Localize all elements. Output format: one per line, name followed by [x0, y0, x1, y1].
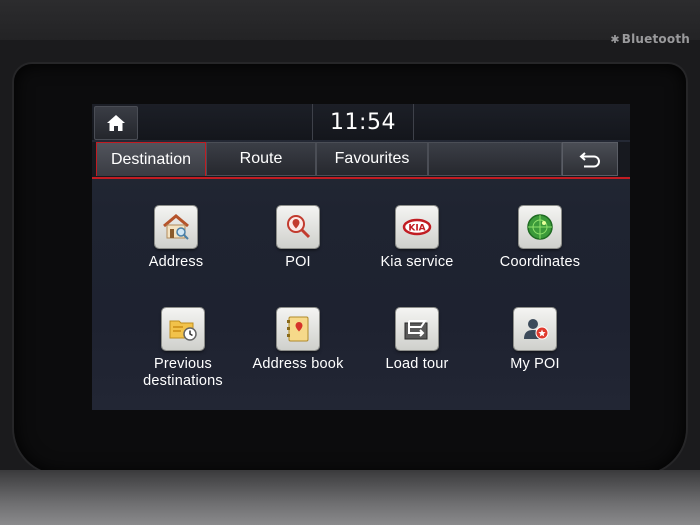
menu-item-poi[interactable]: POI: [236, 206, 360, 271]
menu-label-my-poi: My POI: [510, 356, 560, 372]
back-button[interactable]: [562, 142, 618, 176]
dashboard-bottom: [0, 470, 700, 525]
menu-label-previous-destinations: Previous destinations: [121, 356, 245, 390]
infotainment-screen: 11:54 Destination Route Favourites Addre…: [92, 104, 630, 410]
menu-label-previous-line1: Previous: [153, 356, 212, 372]
menu-item-coordinates[interactable]: Coordinates: [478, 206, 602, 271]
tab-underline: [92, 177, 630, 179]
bluetooth-icon: ✱: [610, 33, 620, 46]
house-search-icon: [155, 206, 197, 248]
folder-clock-icon: [162, 308, 204, 350]
menu-item-previous-destinations[interactable]: Previous destinations: [121, 308, 245, 390]
tab-destination[interactable]: Destination: [96, 142, 206, 176]
tab-route[interactable]: Route: [206, 142, 316, 176]
status-bar: 11:54: [92, 104, 630, 140]
tab-empty: [428, 142, 562, 176]
menu-item-kia-service[interactable]: KIA Kia service: [355, 206, 479, 271]
bluetooth-logo: ✱ Bluetooth: [610, 32, 690, 46]
menu-label-previous-line2: destinations: [143, 373, 223, 389]
menu-label-coordinates: Coordinates: [499, 254, 581, 270]
menu-label-load-tour: Load tour: [385, 356, 449, 372]
home-icon: [107, 115, 125, 131]
route-folder-icon: [396, 308, 438, 350]
menu-label-address: Address: [148, 254, 204, 270]
svg-text:KIA: KIA: [408, 224, 425, 234]
clock: 11:54: [330, 109, 396, 135]
menu-label-kia-service: Kia service: [380, 254, 454, 270]
tab-bar: Destination Route Favourites: [92, 142, 630, 179]
back-arrow-icon: [579, 152, 600, 168]
address-book-icon: [277, 308, 319, 350]
user-star-icon: [514, 308, 556, 350]
menu-label-address-book: Address book: [252, 356, 344, 372]
radar-globe-icon: [519, 206, 561, 248]
kia-logo-icon: KIA: [396, 206, 438, 248]
clock-area: 11:54: [312, 104, 414, 140]
menu-item-load-tour[interactable]: Load tour: [355, 308, 479, 373]
dashboard-top: [0, 0, 700, 40]
menu-item-address[interactable]: Address: [114, 206, 238, 271]
home-button[interactable]: [94, 106, 138, 140]
bluetooth-label: Bluetooth: [621, 32, 690, 46]
map-pin-search-icon: [277, 206, 319, 248]
tab-favourites[interactable]: Favourites: [316, 142, 428, 176]
menu-item-my-poi[interactable]: My POI: [473, 308, 597, 373]
menu-item-address-book[interactable]: Address book: [236, 308, 360, 373]
menu-label-poi: POI: [285, 254, 311, 270]
